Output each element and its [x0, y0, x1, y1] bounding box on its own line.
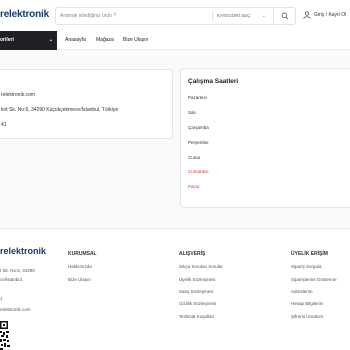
footer-link-forgot-password[interactable]: Şifremi Unuttum: [291, 314, 323, 319]
chevron-down-icon: ⌄: [261, 13, 266, 19]
category-select[interactable]: KATEGORİ SEÇ ⌄: [212, 11, 270, 21]
user-icon: [303, 11, 311, 19]
day-tuesday: Salı: [188, 110, 196, 115]
nav-link-store[interactable]: Mağaza: [96, 31, 114, 50]
footer-column-title-shopping: ALIŞVERİŞ: [179, 251, 206, 257]
nav-link-home[interactable]: Anasayfa: [65, 31, 86, 50]
contact-info-card: relektronik.com kirt Sk. No:6, 34290 Küç…: [0, 69, 173, 139]
footer-address-line-1: t Sk. No:6, 34290: [0, 268, 35, 273]
contact-phone[interactable]: 41: [1, 122, 7, 128]
footer-address-line-2: ce/İstanbul,: [0, 277, 24, 282]
footer-column-title-corporate: KURUMSAL: [68, 251, 97, 257]
footer-link-account-info[interactable]: Hesap Bilgilerim: [291, 301, 324, 306]
main-nav: orileri ⌄ Anasayfa Mağaza Bize Ulaşın: [0, 31, 350, 50]
day-monday: Pazartesi: [188, 95, 207, 100]
footer-column-title-membership: ÜYELİK ERİŞİM: [291, 251, 328, 257]
day-wednesday: Çarşamba: [188, 125, 209, 130]
day-saturday: Cumartesi: [188, 169, 209, 174]
search-button[interactable]: [273, 8, 295, 24]
category-select-label: KATEGORİ SEÇ: [217, 13, 251, 18]
footer-link-faq[interactable]: Sıkça Sorulan Sorular: [179, 264, 223, 269]
footer-link-membership-agreement[interactable]: Üyelik Sözleşmesi: [179, 277, 216, 282]
footer-link-contact[interactable]: Bize Ulaşın: [68, 277, 91, 282]
chevron-down-icon: ⌄: [48, 37, 53, 43]
footer-link-addresses[interactable]: Adreslerim: [291, 289, 313, 294]
site-logo[interactable]: relektronik: [0, 9, 49, 20]
footer-link-order-query[interactable]: Sipariş Sorgula: [291, 264, 322, 269]
search-bar: KATEGORİ SEÇ ⌄: [55, 7, 296, 25]
nav-link-contact[interactable]: Bize Ulaşın: [123, 31, 148, 50]
footer-link-delivery-terms[interactable]: Teslimat Koşulları: [179, 314, 214, 319]
search-icon: [281, 12, 288, 20]
working-hours-card: Çalışma Saatleri Pazartesi Salı Çarşamba…: [180, 68, 350, 208]
footer-logo[interactable]: relektronik: [0, 246, 46, 256]
footer-link-sales-agreement[interactable]: Satış Sözleşmesi: [179, 289, 214, 294]
footer-link-about[interactable]: Hakkımızda: [68, 264, 92, 269]
footer-email[interactable]: relektronik.com: [0, 307, 31, 312]
site-header: relektronik KATEGORİ SEÇ ⌄ Giriş / Kayıt…: [0, 0, 350, 33]
search-input[interactable]: [60, 8, 210, 24]
login-register-label: Giriş / Kayıt Ol: [314, 12, 347, 18]
day-sunday: Pazar: [188, 184, 200, 189]
categories-menu-button[interactable]: orileri ⌄: [0, 31, 57, 50]
site-footer: relektronik t Sk. No:6, 34290 ce/İstanbu…: [0, 228, 350, 350]
working-hours-title: Çalışma Saatleri: [188, 78, 239, 85]
contact-email[interactable]: relektronik.com: [1, 92, 35, 98]
footer-phone[interactable]: 1: [0, 296, 3, 301]
footer-link-privacy-agreement[interactable]: Gizlilik Sözleşmesi: [179, 301, 216, 306]
login-register-link[interactable]: Giriş / Kayıt Ol: [303, 11, 346, 19]
qr-code-icon: [0, 321, 10, 350]
categories-menu-label: orileri: [0, 37, 14, 43]
day-friday: Cuma: [188, 155, 201, 160]
contact-address: kirt Sk. No:6, 34290 Küçükçekmece/İstanb…: [1, 107, 119, 113]
footer-link-my-orders[interactable]: Siparişlerimi Gösterme: [291, 277, 337, 282]
day-thursday: Perşembe: [188, 140, 209, 145]
